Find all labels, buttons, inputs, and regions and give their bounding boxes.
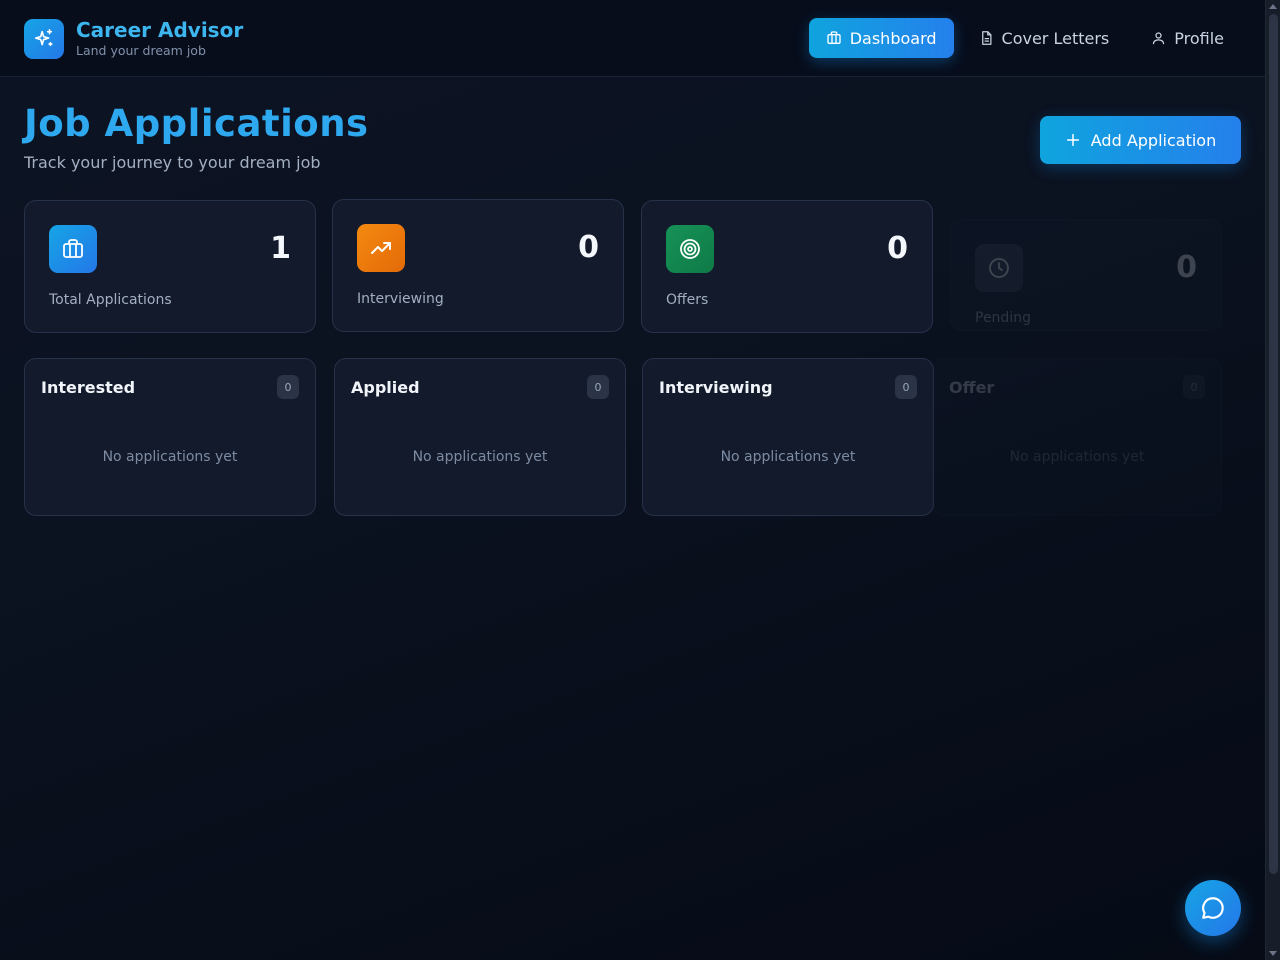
clock-icon: [975, 244, 1023, 292]
nav-cover-letters[interactable]: Cover Letters: [962, 18, 1127, 58]
main-nav: Dashboard Cover Letters Profile: [801, 18, 1241, 58]
empty-state-text: No applications yet: [720, 449, 856, 465]
column-count-badge: 0: [277, 375, 299, 399]
column-offer: Offer 0 No applications yet: [932, 358, 1222, 516]
add-application-button[interactable]: Add Application: [1040, 116, 1241, 164]
briefcase-icon: [826, 30, 842, 46]
app-root: Career Advisor Land your dream job Dashb…: [0, 0, 1265, 960]
nav-cover-letters-label: Cover Letters: [1001, 28, 1110, 48]
nav-profile[interactable]: Profile: [1134, 18, 1241, 58]
trending-up-icon: [357, 224, 405, 272]
page-heading: Job Applications Track your journey to y…: [24, 102, 369, 172]
stat-label: Pending: [975, 310, 1031, 326]
column-interviewing: Interviewing 0 No applications yet: [642, 358, 934, 516]
stat-value: 0: [887, 231, 908, 266]
column-title: Applied: [351, 378, 420, 397]
column-title: Offer: [949, 378, 995, 397]
column-applied: Applied 0 No applications yet: [334, 358, 626, 516]
nav-dashboard[interactable]: Dashboard: [808, 18, 954, 58]
column-count-badge: 0: [587, 375, 609, 399]
brand-subtitle: Land your dream job: [76, 43, 206, 58]
stat-card-interviewing: 0 Interviewing: [332, 199, 624, 332]
stat-card-total-applications: 1 Total Applications: [24, 200, 316, 333]
nav-profile-label: Profile: [1174, 28, 1224, 48]
plus-icon: [1065, 132, 1081, 148]
top-navigation-bar: Career Advisor Land your dream job Dashb…: [0, 0, 1265, 77]
stat-card-pending: 0 Pending: [950, 219, 1222, 331]
stat-label: Total Applications: [49, 292, 172, 308]
document-icon: [979, 30, 994, 46]
sparkles-icon: [24, 18, 64, 59]
page-scrollbar[interactable]: [1265, 0, 1280, 960]
empty-state-text: No applications yet: [412, 449, 548, 465]
scroll-up-arrow-icon[interactable]: [1269, 4, 1277, 9]
add-application-label: Add Application: [1090, 130, 1217, 150]
empty-state-text: No applications yet: [1009, 449, 1145, 465]
brand[interactable]: Career Advisor Land your dream job: [24, 18, 243, 59]
nav-dashboard-label: Dashboard: [849, 28, 937, 48]
brand-title: Career Advisor: [76, 18, 244, 42]
page-subtitle: Track your journey to your dream job: [24, 153, 321, 172]
scrollbar-thumb[interactable]: [1269, 14, 1278, 874]
briefcase-icon: [49, 225, 97, 273]
target-icon: [666, 225, 714, 273]
column-title: Interviewing: [659, 378, 773, 397]
user-icon: [1151, 30, 1166, 46]
stat-card-offers: 0 Offers: [641, 200, 933, 333]
stat-label: Offers: [666, 292, 709, 308]
stat-label: Interviewing: [357, 291, 444, 307]
stat-value: 1: [270, 231, 291, 266]
chat-bubble-icon: [1200, 895, 1226, 921]
stat-value: 0: [578, 230, 599, 265]
column-title: Interested: [41, 378, 136, 397]
empty-state-text: No applications yet: [102, 449, 238, 465]
scroll-down-arrow-icon[interactable]: [1269, 951, 1277, 956]
chat-button[interactable]: [1185, 880, 1241, 936]
column-interested: Interested 0 No applications yet: [24, 358, 316, 516]
column-count-badge: 0: [1183, 375, 1205, 399]
stat-value: 0: [1176, 250, 1197, 285]
column-count-badge: 0: [895, 375, 917, 399]
page-title: Job Applications: [24, 102, 369, 145]
